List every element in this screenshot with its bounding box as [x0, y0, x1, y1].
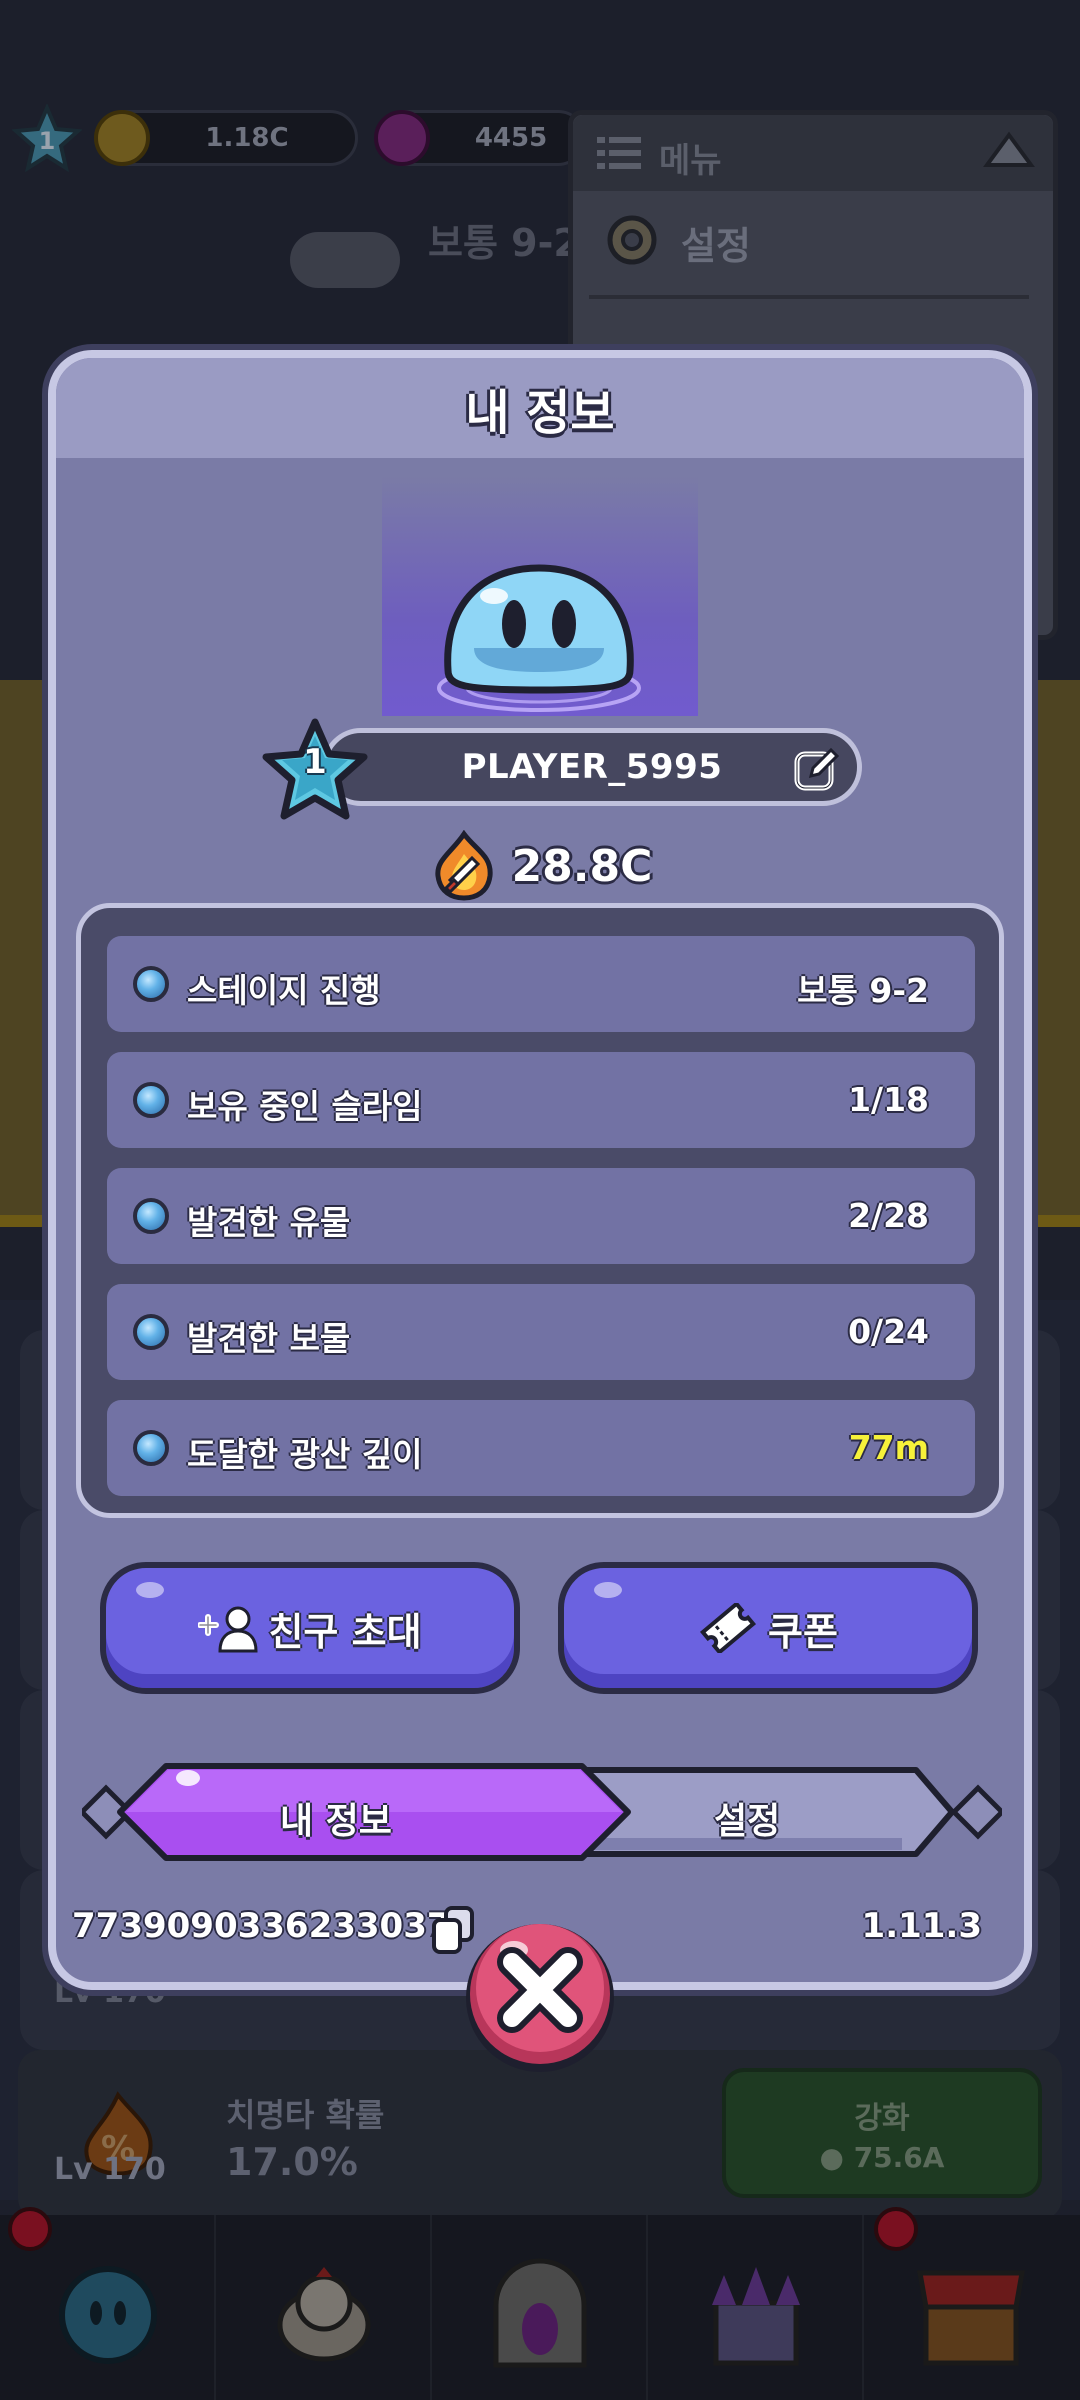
bullet-icon: [133, 1082, 169, 1118]
stat-value: 77m: [848, 1428, 929, 1467]
stat-label: 도달한 광산 깊이: [187, 1435, 423, 1474]
notification-dot: [8, 2207, 52, 2251]
list-icon: [597, 137, 641, 169]
stat-value: 0/24: [848, 1312, 929, 1351]
menu-divider: [589, 295, 1029, 299]
stat-row-next: [107, 1516, 975, 1518]
slime-nav-icon: [59, 2266, 157, 2364]
caret-up-icon: [983, 131, 1035, 167]
stage-label: 보통 9-2: [428, 221, 580, 265]
player-name-field: PLAYER_5995: [322, 728, 862, 806]
upgrade-cost: ● 75.6A: [819, 2140, 945, 2174]
player-name: PLAYER_5995: [461, 747, 723, 787]
stat-row-slimes: 보유 중인 슬라임 1/18: [107, 1052, 975, 1148]
cloud-decoration: [290, 232, 400, 288]
button-gloss: [594, 1582, 622, 1598]
coupon-button[interactable]: 쿠폰: [558, 1562, 978, 1694]
stat-row-mine-depth: 도달한 광산 깊이 77m: [107, 1400, 975, 1496]
player-level: 1: [303, 742, 327, 782]
player-level-star-icon: 1: [12, 104, 82, 173]
stat-label: 보유 중인 슬라임: [187, 1087, 423, 1126]
stat-value: 2/28: [848, 1196, 929, 1235]
add-user-icon: [198, 1606, 258, 1653]
invite-friend-button[interactable]: 친구 초대: [100, 1562, 520, 1694]
stat-row-relics: 발견한 유물 2/28: [107, 1168, 975, 1264]
menu-title: 메뉴: [659, 141, 722, 181]
modal-tab-bar: 내 정보 설정: [82, 1750, 1002, 1880]
bullet-icon: [133, 1198, 169, 1234]
nav-dungeon: [432, 2215, 648, 2400]
bullet-icon: [133, 1430, 169, 1466]
gold-coin-icon: [94, 110, 150, 166]
upgrade-button: 강화 ● 75.6A: [722, 2068, 1042, 2198]
nav-castle: [648, 2215, 864, 2400]
tab-my-info[interactable]: 내 정보: [120, 1766, 628, 1858]
coupon-ticket-icon: [700, 1603, 757, 1653]
crit-chance-value: 17.0%: [226, 2140, 358, 2184]
upgrade-button-label: 강화: [854, 2100, 910, 2136]
stat-value: 보통 9-2: [797, 971, 929, 1010]
stat-row-stage: 스테이지 진행 보통 9-2: [107, 936, 975, 1032]
gold-value: 1.18C: [205, 123, 289, 153]
crit-level-label: Lv 170: [54, 2152, 166, 2187]
bullet-icon: [133, 966, 169, 1002]
stat-value: 1/18: [848, 1080, 929, 1119]
stats-panel[interactable]: 스테이지 진행 보통 9-2 보유 중인 슬라임 1/18 발견한 유물 2/2…: [76, 903, 1004, 1518]
combat-power-flame-icon: [435, 830, 493, 901]
tab-settings[interactable]: 설정: [628, 1770, 952, 1854]
svg-text:1: 1: [39, 127, 56, 155]
chicken-nav-icon: [277, 2267, 371, 2362]
user-id: 7739090336233037: [72, 1906, 451, 1946]
coupon-label: 쿠폰: [768, 1609, 838, 1654]
shop-nav-icon: [917, 2270, 1025, 2366]
stat-label: 스테이지 진행: [187, 971, 381, 1010]
close-button[interactable]: [460, 1910, 620, 2078]
castle-nav-icon: [712, 2267, 800, 2366]
combat-power-row: 28.8C: [56, 828, 1024, 904]
combat-power-value: 28.8C: [511, 840, 653, 892]
notification-dot: [874, 2207, 918, 2251]
tab-settings-label: 설정: [714, 1801, 781, 1842]
edit-icon[interactable]: [793, 746, 841, 794]
gem-value: 4455: [474, 123, 548, 153]
player-name-row: PLAYER_5995 1: [260, 718, 864, 820]
gear-icon: [607, 215, 657, 265]
invite-friend-label: 친구 초대: [268, 1609, 422, 1654]
profile-modal: 내 정보 PLAYER_5995 1 28.8C 스테이지 진행 보통 9-2 …: [48, 350, 1032, 1990]
app-version: 1.11.3: [861, 1906, 982, 1946]
stat-row-treasures: 발견한 보물 0/24: [107, 1284, 975, 1380]
stat-label: 발견한 보물: [187, 1319, 351, 1358]
menu-item-settings: 설정: [681, 224, 751, 268]
modal-title: 내 정보: [465, 385, 615, 441]
upgrade-cost-value: 75.6A: [853, 2140, 945, 2174]
stat-label: 발견한 유물: [187, 1203, 351, 1242]
nav-pet: [216, 2215, 432, 2400]
menu-header: 메뉴: [573, 115, 1053, 191]
slime-avatar-icon: [437, 564, 641, 712]
button-gloss: [136, 1582, 164, 1598]
tab-my-info-label: 내 정보: [280, 1801, 392, 1842]
bullet-icon: [133, 1314, 169, 1350]
crit-chance-label: 치명타 확률: [226, 2096, 385, 2134]
gem-icon: [374, 110, 430, 166]
bottom-nav: [0, 2207, 1080, 2400]
modal-header: 내 정보: [56, 358, 1024, 458]
portal-nav-icon: [493, 2258, 587, 2368]
